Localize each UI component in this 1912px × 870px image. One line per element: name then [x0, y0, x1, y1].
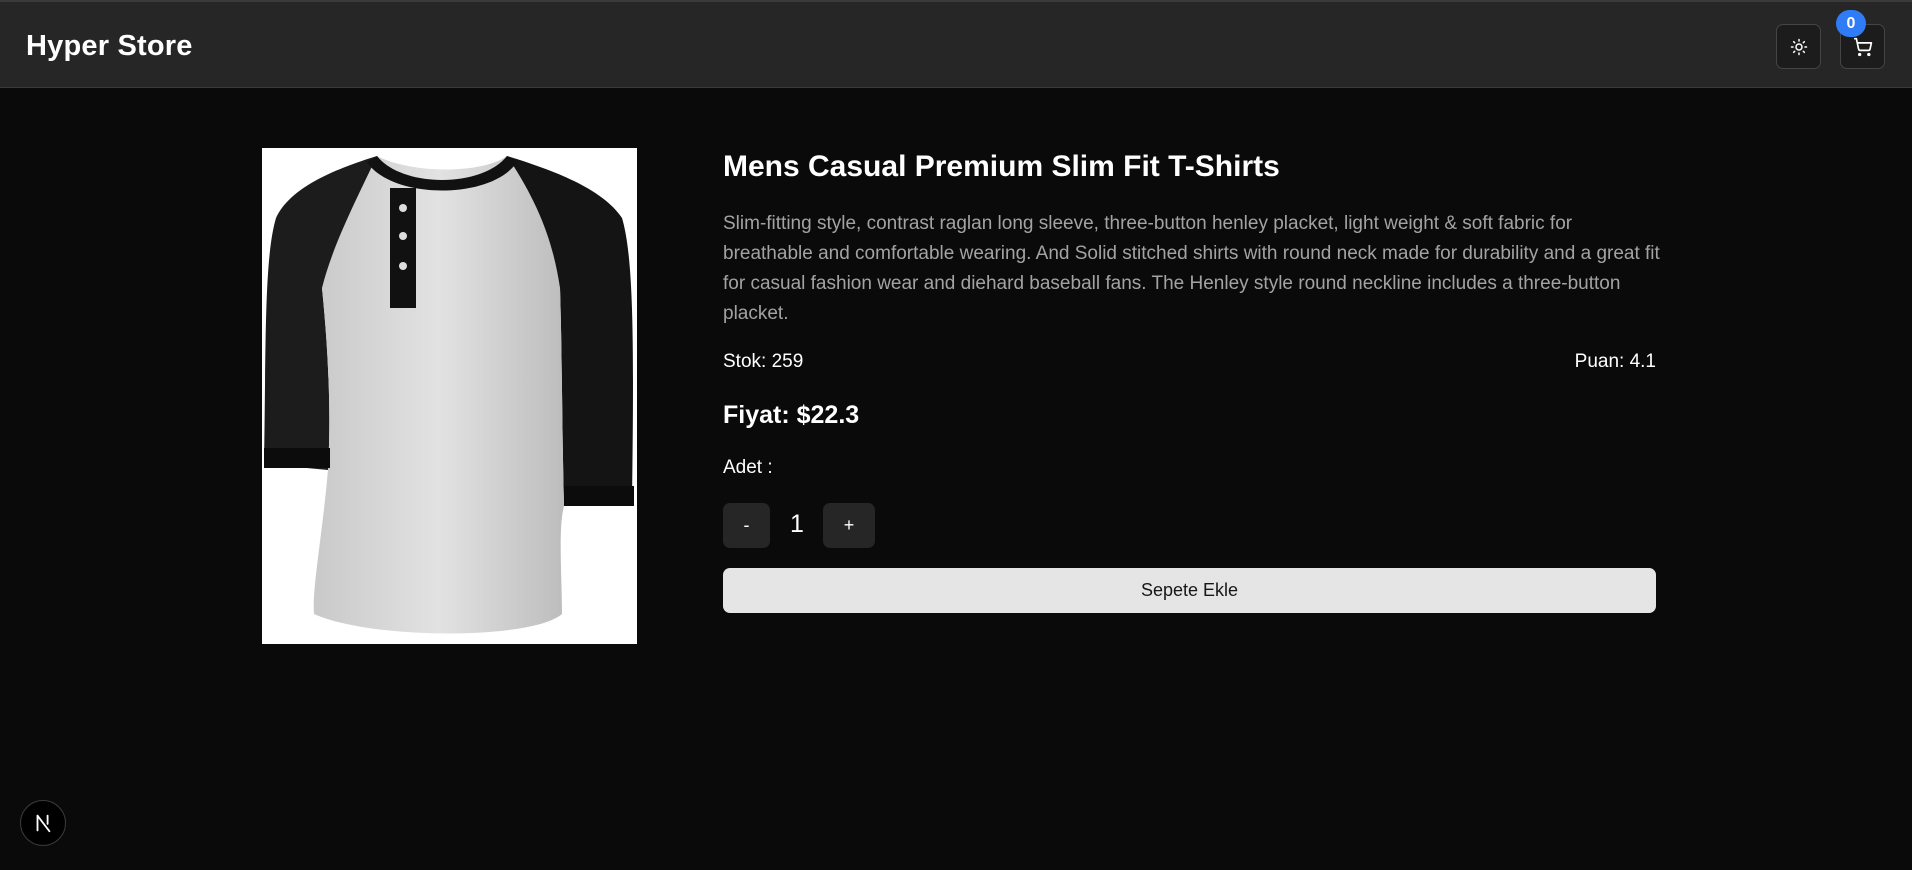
decrease-quantity-button[interactable]: - [723, 503, 770, 548]
quantity-value: 1 [790, 510, 804, 538]
product-image [262, 148, 637, 644]
quantity-label: Adet : [723, 457, 773, 478]
sun-icon [1790, 38, 1807, 55]
theme-toggle-button[interactable] [1776, 24, 1821, 69]
increase-quantity-button[interactable]: + [823, 503, 875, 548]
cart-icon [1853, 37, 1872, 56]
rating-value: Puan: 4.1 [1574, 351, 1656, 372]
nextjs-logo-icon [36, 814, 51, 833]
product-price: Fiyat: $22.3 [723, 401, 860, 429]
product-title: Mens Casual Premium Slim Fit T-Shirts [723, 150, 1280, 183]
top-navbar: Hyper Store 0 [0, 0, 1912, 88]
add-to-cart-button[interactable]: Sepete Ekle [723, 568, 1656, 613]
stock-count: Stok: 259 [723, 351, 804, 372]
store-logo-text[interactable]: Hyper Store [26, 30, 193, 63]
henley-shirt-image [262, 148, 637, 644]
cart-count-badge: 0 [1836, 10, 1866, 37]
nextjs-dev-indicator[interactable] [20, 800, 66, 846]
product-description: Slim-fitting style, contrast raglan long… [723, 213, 1660, 324]
